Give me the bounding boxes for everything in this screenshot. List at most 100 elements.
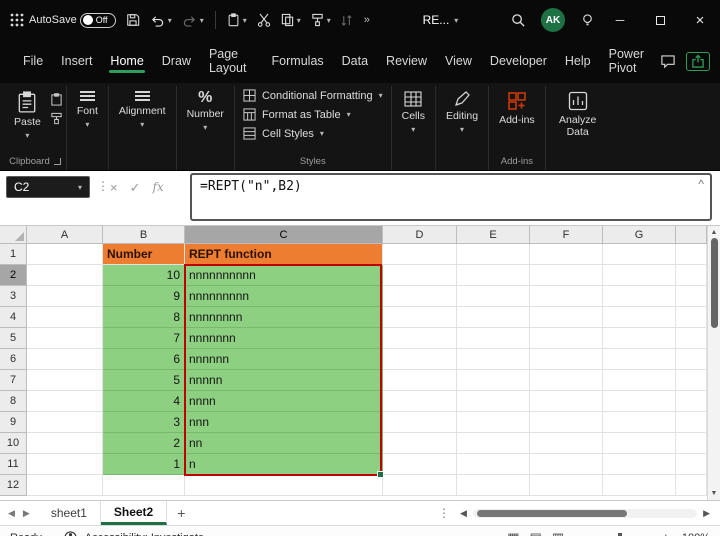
insert-function-icon[interactable]: fx: [153, 180, 164, 196]
cell-number[interactable]: 7: [103, 328, 185, 349]
autosave-switch[interactable]: Off: [80, 13, 116, 28]
cell-styles-dropdown-icon[interactable]: ▾: [320, 129, 324, 138]
clipboard-dropdown-icon[interactable]: ▾: [243, 16, 247, 25]
cell[interactable]: [530, 328, 603, 349]
cell-rept[interactable]: nnnnnnnnnn: [185, 265, 383, 286]
zoom-in-icon[interactable]: +: [663, 532, 669, 536]
formula-input[interactable]: =REPT("n",B2): [190, 173, 712, 221]
row-header[interactable]: 4: [0, 307, 27, 328]
cell[interactable]: [27, 454, 103, 475]
tab-help[interactable]: Help: [556, 47, 600, 76]
tab-formulas[interactable]: Formulas: [263, 47, 333, 76]
select-all-button[interactable]: [0, 226, 27, 244]
comments-icon[interactable]: [660, 54, 676, 69]
clipboard-dialog-launcher-icon[interactable]: [54, 158, 61, 165]
normal-view-icon[interactable]: ▦: [507, 530, 519, 536]
more-commands-icon[interactable]: »: [359, 10, 375, 30]
column-header-g[interactable]: G: [603, 226, 676, 244]
vertical-scroll-thumb[interactable]: [711, 238, 718, 328]
cell[interactable]: [27, 286, 103, 307]
collapse-formula-bar-icon[interactable]: ^: [698, 177, 704, 191]
tab-view[interactable]: View: [436, 47, 481, 76]
cell[interactable]: [27, 328, 103, 349]
clipboard-qat-icon[interactable]: ▾: [222, 9, 252, 31]
cell[interactable]: [27, 244, 103, 265]
cell[interactable]: [530, 454, 603, 475]
cell[interactable]: [530, 349, 603, 370]
addins-button[interactable]: Add-ins: [492, 86, 542, 128]
cell[interactable]: [383, 412, 457, 433]
conditional-formatting-button[interactable]: Conditional Formatting ▾: [238, 86, 388, 105]
sort-icon[interactable]: [336, 10, 359, 31]
cell[interactable]: [603, 370, 676, 391]
cell[interactable]: [457, 265, 530, 286]
row-header[interactable]: 12: [0, 475, 27, 496]
format-as-table-button[interactable]: Format as Table ▾: [238, 105, 356, 124]
horizontal-scroll-thumb[interactable]: [477, 510, 627, 517]
cell-number[interactable]: 5: [103, 370, 185, 391]
cell[interactable]: [603, 286, 676, 307]
cell[interactable]: [530, 244, 603, 265]
tab-power-pivot[interactable]: Power Pivot: [600, 40, 660, 83]
cell-rept[interactable]: nnnn: [185, 391, 383, 412]
zoom-slider-thumb[interactable]: [618, 533, 622, 536]
column-header-e[interactable]: E: [457, 226, 530, 244]
row-header[interactable]: 10: [0, 433, 27, 454]
horizontal-scrollbar[interactable]: ◀ ▶: [450, 501, 720, 525]
tab-bar-options-icon[interactable]: ⋮: [438, 501, 450, 525]
name-box[interactable]: C2 ▾: [6, 176, 90, 198]
horizontal-scroll-track[interactable]: [473, 509, 697, 518]
cell[interactable]: [383, 244, 457, 265]
cell[interactable]: [457, 391, 530, 412]
zoom-out-icon[interactable]: −: [572, 532, 578, 536]
row-header[interactable]: 8: [0, 391, 27, 412]
cell[interactable]: [383, 349, 457, 370]
cell[interactable]: [27, 349, 103, 370]
cell[interactable]: [383, 307, 457, 328]
tab-insert[interactable]: Insert: [52, 47, 101, 76]
cell[interactable]: [530, 391, 603, 412]
cell-number[interactable]: 1: [103, 454, 185, 475]
column-header-a[interactable]: A: [27, 226, 103, 244]
scroll-up-icon[interactable]: ▲: [711, 226, 718, 236]
row-header[interactable]: 2: [0, 265, 27, 286]
format-painter-icon[interactable]: ▾: [306, 9, 336, 31]
tab-data[interactable]: Data: [333, 47, 377, 76]
cell-rept[interactable]: nnnnn: [185, 370, 383, 391]
cell[interactable]: [457, 244, 530, 265]
prev-sheet-icon[interactable]: ◀: [8, 508, 15, 519]
row-header[interactable]: 11: [0, 454, 27, 475]
row-header[interactable]: 9: [0, 412, 27, 433]
app-launcher-icon[interactable]: [10, 13, 24, 27]
cell[interactable]: [383, 286, 457, 307]
cell[interactable]: [383, 475, 457, 496]
cell[interactable]: [457, 370, 530, 391]
cell[interactable]: [27, 391, 103, 412]
cell[interactable]: [603, 328, 676, 349]
cell[interactable]: [103, 475, 185, 496]
cell[interactable]: [383, 454, 457, 475]
conditional-formatting-dropdown-icon[interactable]: ▾: [379, 91, 383, 100]
cell[interactable]: [603, 412, 676, 433]
sheet-tab-sheet1[interactable]: sheet1: [38, 501, 101, 525]
vertical-scrollbar[interactable]: ▲ ▼: [707, 226, 720, 500]
column-header-c[interactable]: C: [185, 226, 383, 244]
search-icon[interactable]: [506, 9, 531, 32]
format-painter-dropdown-icon[interactable]: ▾: [327, 16, 331, 25]
cell-number[interactable]: 10: [103, 265, 185, 286]
copy-icon[interactable]: ▾: [276, 9, 306, 31]
cell[interactable]: [27, 370, 103, 391]
cell[interactable]: [185, 475, 383, 496]
page-break-view-icon[interactable]: ▥: [552, 530, 564, 536]
number-button[interactable]: % Number ▾: [180, 86, 231, 134]
cell-number[interactable]: 2: [103, 433, 185, 454]
row-header[interactable]: 3: [0, 286, 27, 307]
editing-button[interactable]: Editing ▾: [439, 86, 485, 136]
cell[interactable]: [530, 286, 603, 307]
name-box-dropdown-icon[interactable]: ▾: [78, 183, 82, 192]
cell[interactable]: [383, 433, 457, 454]
cell[interactable]: [530, 370, 603, 391]
cell[interactable]: [603, 265, 676, 286]
cell[interactable]: [603, 475, 676, 496]
column-header-b[interactable]: B: [103, 226, 185, 244]
